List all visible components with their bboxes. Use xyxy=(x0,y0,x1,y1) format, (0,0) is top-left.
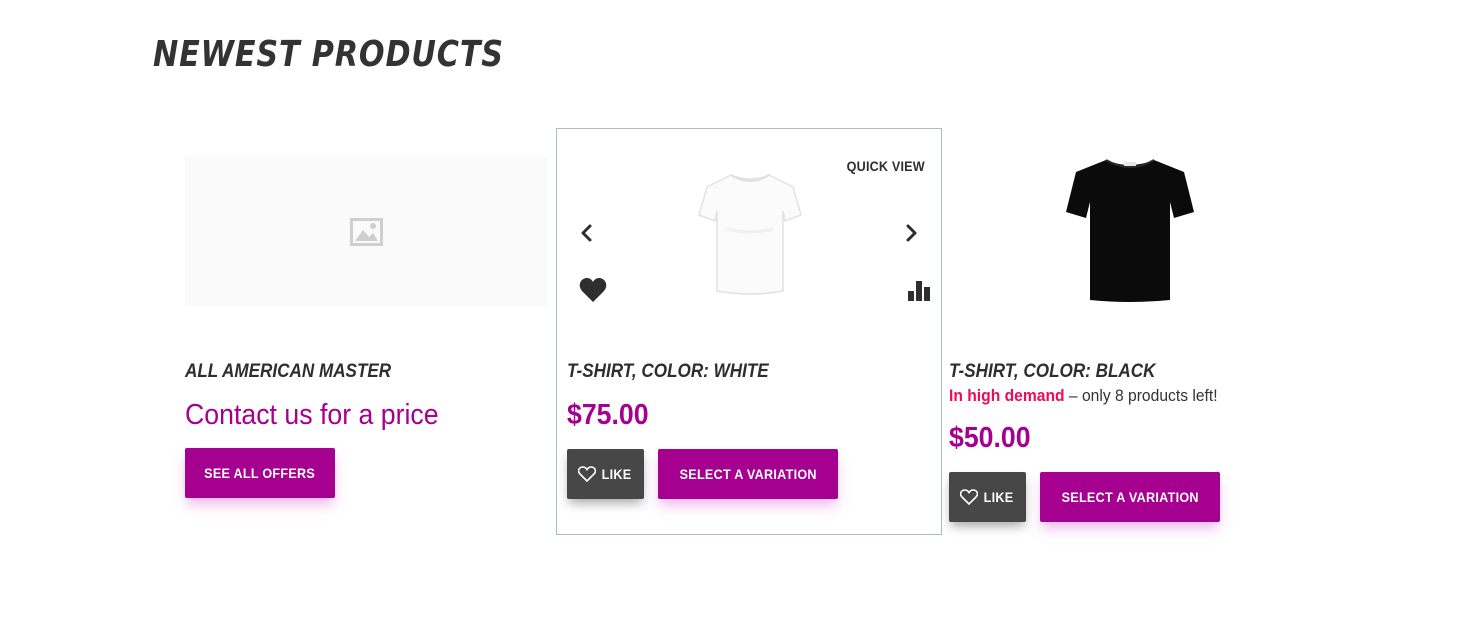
high-demand-label: In high demand xyxy=(949,386,1065,405)
select-variation-label: SELECT A VARIATION xyxy=(1061,489,1199,505)
select-variation-label: SELECT A VARIATION xyxy=(679,466,817,482)
heart-outline-icon xyxy=(959,489,978,505)
stock-notice: In high demand – only 8 products left! xyxy=(949,386,1218,406)
image-placeholder-icon xyxy=(349,217,383,246)
heart-icon[interactable] xyxy=(579,277,607,303)
product-price: $50.00 xyxy=(949,422,1031,454)
like-button[interactable]: LIKE xyxy=(949,472,1026,522)
product-image-placeholder[interactable] xyxy=(185,157,547,306)
see-all-offers-button[interactable]: SEE ALL OFFERS xyxy=(185,448,335,498)
product-card-tshirt-black: T-SHIRT, COLOR: BLACK In high demand – o… xyxy=(949,128,1321,534)
like-label: LIKE xyxy=(601,466,632,482)
like-button[interactable]: LIKE xyxy=(567,449,644,499)
product-card-tshirt-white: QUICK VIEW T-SHIRT, COLOR: WHITE $75.00 … xyxy=(556,128,942,535)
see-all-offers-label: SEE ALL OFFERS xyxy=(204,465,316,481)
white-tshirt-image[interactable] xyxy=(697,169,803,295)
black-tshirt-image[interactable] xyxy=(1064,156,1196,304)
select-variation-button[interactable]: SELECT A VARIATION xyxy=(1040,472,1220,522)
chevron-right-icon[interactable] xyxy=(901,221,921,245)
section-title: NEWEST PRODUCTS xyxy=(153,34,504,75)
contact-price-text: Contact us for a price xyxy=(185,399,439,431)
product-name[interactable]: T-SHIRT, COLOR: BLACK xyxy=(949,361,1155,383)
product-card-all-american-master: ALL AMERICAN MASTER Contact us for a pri… xyxy=(185,128,555,534)
heart-outline-icon xyxy=(577,466,596,482)
product-name[interactable]: ALL AMERICAN MASTER xyxy=(185,361,391,383)
stock-remaining-text: – only 8 products left! xyxy=(1064,386,1218,405)
like-label: LIKE xyxy=(983,489,1014,505)
chevron-left-icon[interactable] xyxy=(577,221,597,245)
select-variation-button[interactable]: SELECT A VARIATION xyxy=(658,449,838,499)
product-name[interactable]: T-SHIRT, COLOR: WHITE xyxy=(567,361,769,383)
quick-view-link[interactable]: QUICK VIEW xyxy=(847,158,925,174)
product-price: $75.00 xyxy=(567,399,649,431)
bar-chart-icon[interactable] xyxy=(907,279,931,301)
